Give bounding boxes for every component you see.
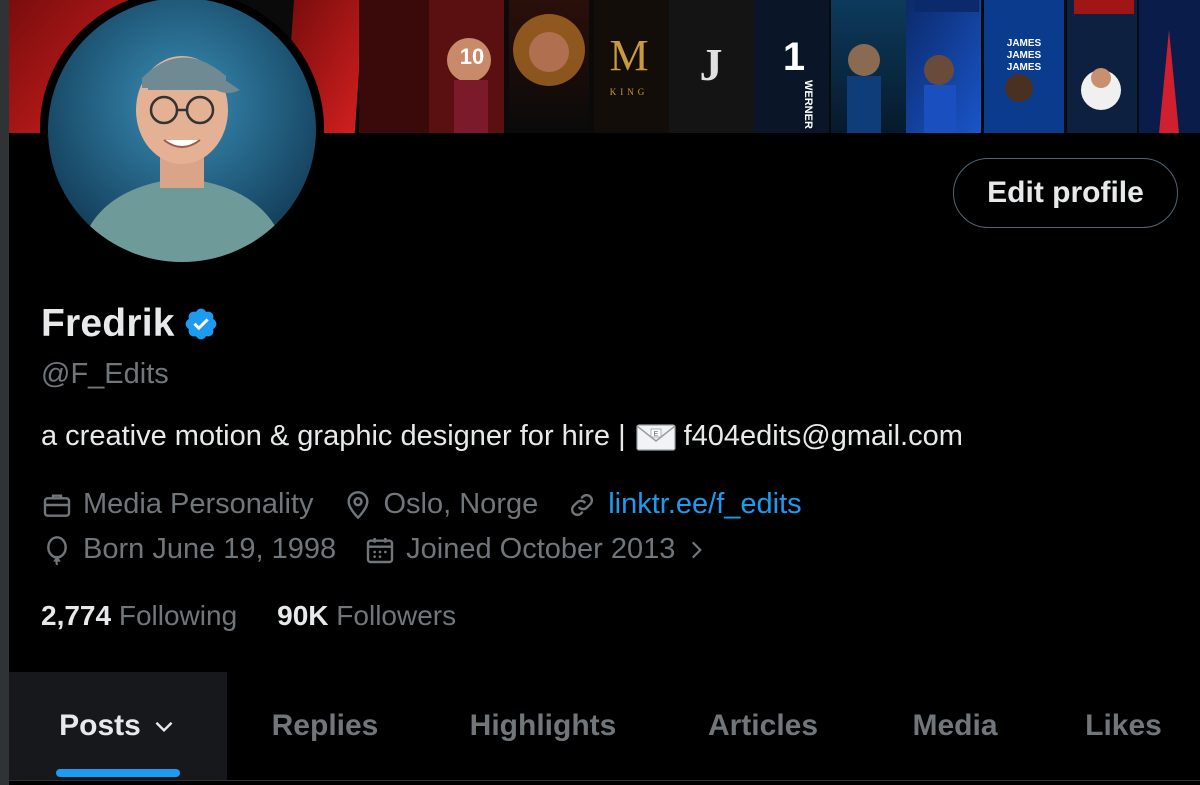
bio-text: a creative motion & graphic designer for… [41,420,626,452]
tab-highlights-label: Highlights [469,709,617,742]
svg-text:10: 10 [460,44,484,69]
chevron-down-icon[interactable] [151,713,177,739]
envelope-icon: E [636,423,676,451]
tab-articles[interactable]: Articles [663,672,863,780]
avatar-photo [48,0,316,262]
location-pin-icon [346,490,369,519]
briefcase-icon [43,493,71,517]
profile-name: Fredrik [41,302,175,345]
tab-articles-label: Articles [707,709,819,742]
svg-text:JAMES: JAMES [1007,62,1042,73]
avatar[interactable] [48,0,316,262]
svg-text:M: M [609,31,648,80]
meta-joined-label: Joined October 2013 [406,533,676,565]
svg-text:1: 1 [783,35,805,79]
tab-media[interactable]: Media [863,672,1047,780]
meta-location-label: Oslo, Norge [383,488,539,520]
following-count: 2,774 [41,600,112,631]
svg-text:J: J [700,39,723,90]
following-stat[interactable]: 2,774 Following [41,600,237,632]
profile-tabs: Posts Replies Highlights Articles Media … [9,672,1200,781]
bio-email: f404edits@gmail.com [683,420,963,452]
svg-text:JAMES: JAMES [1007,38,1042,49]
svg-text:WERNER: WERNER [802,80,814,129]
link-icon [571,493,594,516]
tab-posts[interactable]: Posts [9,672,227,780]
profile-name-row: Fredrik [41,302,219,346]
profile-stats: 2,774 Following 90K Followers [41,600,496,632]
tab-likes[interactable]: Likes [1047,672,1200,780]
svg-text:KING: KING [610,87,649,97]
meta-location: Oslo, Norge [342,488,539,521]
followers-label: Followers [336,600,457,631]
website-link[interactable]: linktr.ee/f_edits [608,488,801,521]
balloon-icon [47,535,67,565]
profile-handle: @F_Edits [41,358,169,390]
meta-category-label: Media Personality [83,488,314,520]
tab-media-label: Media [912,709,998,742]
calendar-icon [366,537,394,563]
verified-badge-icon[interactable] [183,306,219,342]
meta-birthday-label: Born June 19, 1998 [83,533,337,565]
meta-website[interactable]: linktr.ee/f_edits [566,488,802,521]
window-left-edge [0,0,9,785]
meta-birthday: Born June 19, 1998 [41,533,336,566]
chevron-right-icon [692,541,703,558]
following-label: Following [118,600,238,631]
meta-category: Media Personality [41,488,314,521]
followers-stat[interactable]: 90K Followers [277,600,456,632]
tab-replies-label: Replies [271,709,379,742]
edit-profile-button[interactable]: Edit profile [953,158,1178,228]
tab-likes-label: Likes [1085,709,1162,742]
profile-meta-row-2: Born June 19, 1998 Joined October 2013 [41,533,737,566]
svg-text:JAMES: JAMES [1007,50,1042,61]
meta-joined[interactable]: Joined October 2013 [364,533,709,566]
profile-bio: a creative motion & graphic designer for… [41,420,963,453]
tab-posts-label: Posts [59,709,141,742]
profile-meta-row-1: Media Personality Oslo, Norge linktr.ee/… [41,488,830,521]
tab-highlights[interactable]: Highlights [423,672,663,780]
active-tab-indicator [56,769,180,777]
tab-replies[interactable]: Replies [227,672,423,780]
svg-text:E: E [653,431,658,438]
followers-count: 90K [277,600,329,631]
